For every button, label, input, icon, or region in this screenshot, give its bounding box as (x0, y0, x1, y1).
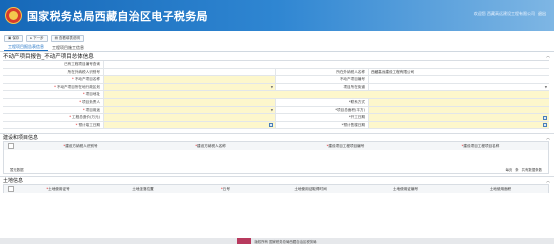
site-title: 国家税务总局西藏自治区电子税务局 (27, 9, 208, 23)
tax-emblem-icon (5, 7, 22, 24)
completion-date-input[interactable] (103, 121, 276, 129)
document-icon: ▤ (54, 36, 58, 40)
calendar-icon[interactable] (543, 115, 547, 120)
form-row: 已有工程项目编号查询 (3, 61, 549, 69)
form-label: *不动产项目名称 (72, 77, 100, 82)
total-area-input[interactable] (368, 106, 549, 114)
select-all-checkbox[interactable] (8, 143, 14, 150)
sale-date-input[interactable] (368, 121, 549, 129)
form-label: *预计售楼日期 (341, 122, 365, 127)
total-count-label: 共有数据条数 (521, 168, 542, 173)
contact-input[interactable] (368, 98, 549, 106)
construction-section-header: 建设和项目信息 ︿ (0, 133, 554, 141)
column-header: *丘号 (221, 186, 230, 191)
column-header: 土地坐落位置 (132, 186, 154, 191)
project-form: 已有工程项目编号查询 所在外纳税人识别号 所在外纳税人名称 西藏高远建设工程有限… (3, 60, 549, 130)
form-row: *项目地址 (3, 91, 549, 99)
form-label: *工程总造价(万元) (69, 115, 100, 120)
form-label: 项目所在街道 (343, 84, 365, 89)
form-label: *预计竣工日期 (75, 122, 100, 127)
admin-region-select[interactable]: ▼ (103, 83, 276, 91)
column-header: *建设项目工程项目名称 (461, 143, 500, 148)
site-header: 国家税务总局西藏自治区电子税务局 欢迎您 西藏高远建设工程有限公司 退出 (0, 0, 554, 31)
existing-project-query-input[interactable] (103, 61, 549, 68)
form-label: *开工日期 (348, 115, 365, 120)
tab-bar: 工程项目报告表信息 工程项目施工信息 (0, 44, 554, 52)
calendar-icon[interactable] (543, 123, 547, 128)
land-section-header: 土地信息 ︿ (0, 176, 554, 184)
project-number-field (368, 76, 549, 83)
column-header: *建设项目工程项目编号 (326, 143, 365, 148)
chevron-down-icon: ▼ (270, 107, 273, 112)
form-label: *不动产项目所在地行政区划 (54, 84, 100, 89)
pager: 暂无数据 每页 条 共有数据条数 (4, 166, 548, 173)
construction-table: *建设方纳税人识别号 *建设方纳税人名称 *建设项目工程项目编号 *建设项目工程… (3, 141, 549, 175)
form-label: *项目总面积(平方) (335, 107, 365, 112)
form-label: 所在外纳税人名称 (336, 69, 365, 74)
user-info: 欢迎您 西藏高远建设工程有限公司 退出 (474, 11, 546, 17)
view-instructions-button[interactable]: ▤ 查看填表说明 (50, 34, 84, 42)
toolbar: ▣ 保存 ▸ 下一步 ▤ 查看填表说明 (0, 33, 554, 43)
page-unit-label: 条 (515, 168, 519, 173)
start-date-input[interactable] (368, 114, 549, 121)
form-row: *工程总造价(万元) *开工日期 (3, 114, 549, 122)
column-header: *建设方纳税人识别号 (63, 143, 98, 148)
project-manager-input[interactable] (103, 98, 276, 106)
project-address-input[interactable] (103, 91, 549, 98)
land-table: *土地使用证号 土地坐落位置 *丘号 土地使用证取得时间 土地使用证编号 土地使… (3, 184, 549, 194)
form-label: 所在外纳税人识别号 (67, 69, 100, 74)
column-header: *土地使用证号 (46, 186, 70, 191)
calendar-icon[interactable] (269, 123, 273, 128)
form-label: 已有工程项目编号查询 (64, 62, 100, 66)
form-row: *不动产项目名称 不动产项目编号 (3, 76, 549, 84)
form-row: *项目用途 ▼ *项目总面积(平方) (3, 106, 549, 115)
form-label: *项目负责人 (79, 99, 100, 104)
form-row: 所在外纳税人识别号 所在外纳税人名称 西藏高远建设工程有限公司 (3, 68, 549, 77)
table-body (4, 150, 548, 166)
column-header: 土地使用证编号 (392, 186, 419, 191)
collapse-icon[interactable]: ︿ (546, 178, 550, 184)
street-select[interactable]: ▼ (368, 83, 549, 91)
total-cost-input[interactable] (103, 114, 276, 121)
tab-project-construction[interactable]: 工程项目施工信息 (48, 44, 88, 51)
next-button[interactable]: ▸ 下一步 (26, 34, 48, 42)
form-row: *预计竣工日期 *预计售楼日期 (3, 121, 549, 130)
footer-badge (237, 238, 252, 244)
chevron-down-icon: ▼ (544, 84, 547, 89)
column-header: 土地使用面积 (489, 186, 512, 191)
empty-text: 暂无数据 (10, 168, 24, 173)
project-name-input[interactable] (103, 76, 276, 83)
section-title: 不动产项目报告_不动产项目总体信息 ︿ (3, 53, 550, 60)
table-header: *建设方纳税人识别号 *建设方纳税人名称 *建设项目工程项目编号 *建设项目工程… (4, 142, 548, 151)
column-header: 土地使用证取得时间 (294, 186, 327, 191)
arrow-right-icon: ▸ (30, 36, 33, 40)
welcome-text: 欢迎您 西藏高远建设工程有限公司 (473, 11, 535, 16)
form-label: *项目地址 (82, 92, 100, 97)
project-usage-select[interactable]: ▼ (103, 106, 276, 114)
collapse-icon[interactable]: ︿ (546, 135, 550, 141)
form-row: *不动产项目所在地行政区划 ▼ 项目所在街道 ▼ (3, 83, 549, 92)
form-label: *联系方式 (348, 99, 365, 104)
footer-text: 版权所有 国家税务总局西藏自治区税务局 (254, 239, 317, 244)
chevron-down-icon: ▼ (270, 84, 273, 89)
save-button[interactable]: ▣ 保存 (4, 34, 24, 42)
select-all-checkbox[interactable] (8, 186, 14, 193)
taxpayer-name-field: 西藏高远建设工程有限公司 (368, 68, 549, 76)
form-row: *项目负责人 *联系方式 (3, 98, 549, 107)
tab-project-report[interactable]: 工程项目报告表信息 (4, 44, 48, 51)
collapse-icon[interactable]: ︿ (546, 53, 550, 59)
footer: 版权所有 国家税务总局西藏自治区税务局 (0, 238, 554, 244)
taxpayer-id-field (103, 68, 276, 76)
form-label: 不动产项目编号 (339, 77, 365, 82)
page-size-label[interactable]: 每页 (505, 167, 512, 172)
form-label: *项目用途 (82, 107, 100, 112)
logout-link[interactable]: 退出 (538, 11, 546, 17)
table-header: *土地使用证号 土地坐落位置 *丘号 土地使用证取得时间 土地使用证编号 土地使… (4, 185, 548, 194)
save-icon: ▣ (8, 36, 12, 40)
column-header: *建设方纳税人名称 (195, 143, 226, 148)
